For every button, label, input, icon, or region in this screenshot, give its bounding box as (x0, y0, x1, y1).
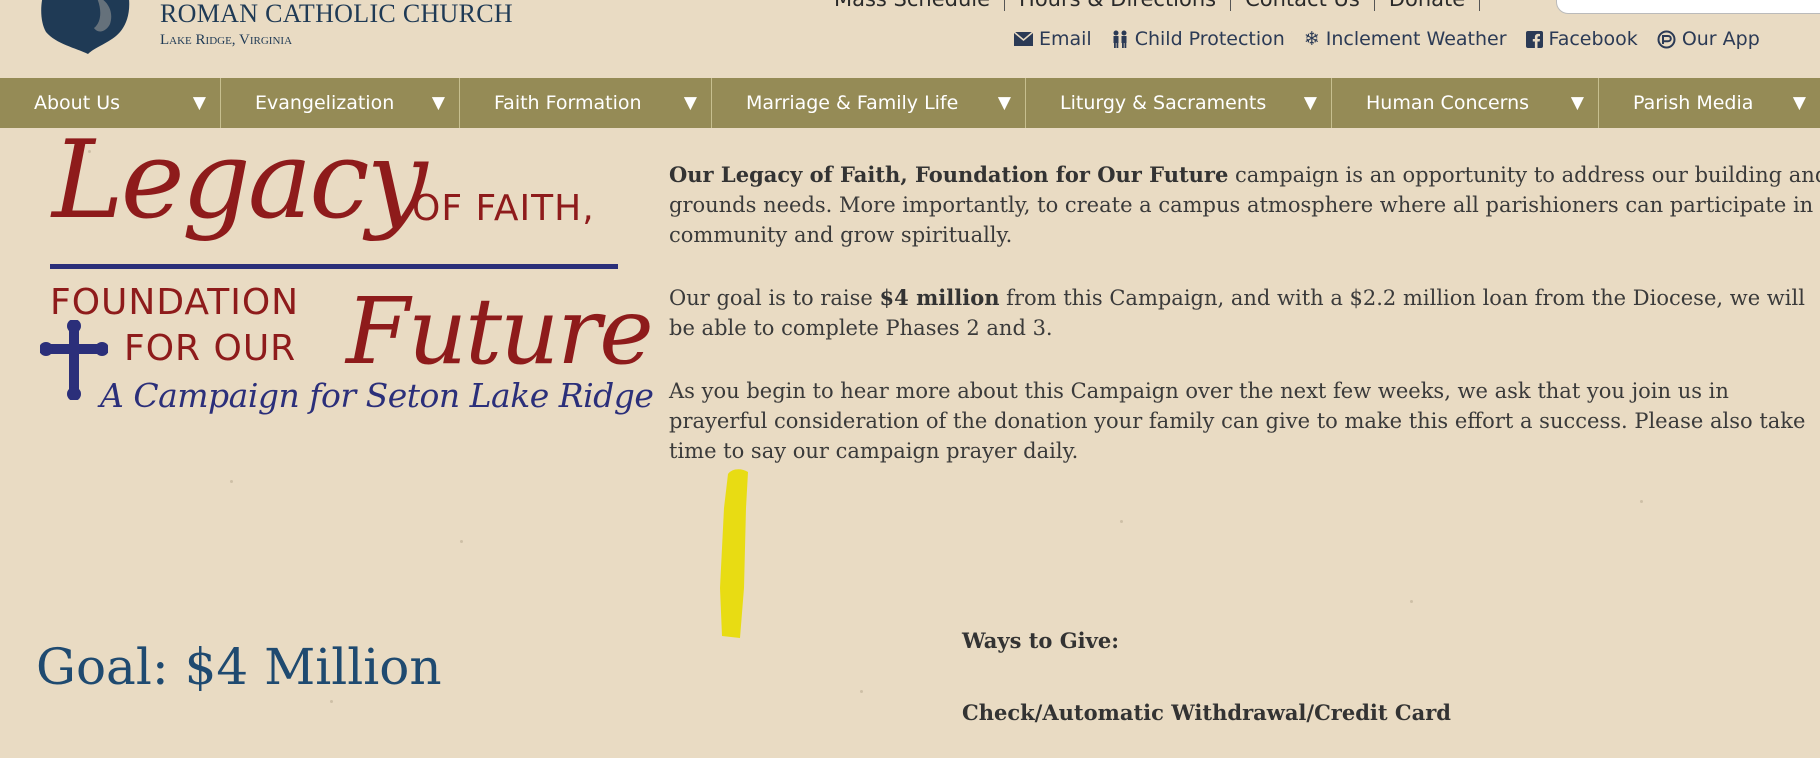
util-link-label: Inclement Weather (1325, 28, 1507, 50)
nav-item-label: Human Concerns (1366, 92, 1530, 114)
church-name[interactable]: ROMAN CATHOLIC CHURCH (160, 0, 513, 29)
util-link-our-app[interactable]: Our App (1657, 28, 1760, 50)
intro-paragraph: Our Legacy of Faith, Foundation for Our … (669, 160, 1820, 250)
nav-item-label: Marriage & Family Life (746, 92, 959, 114)
campaign-name-bold: Our Legacy of Faith, Foundation for Our … (669, 162, 1229, 187)
top-links: Mass Schedule Hours & Directions Contact… (820, 0, 1481, 12)
nav-item-label: Liturgy & Sacraments (1060, 92, 1267, 114)
caret-down-icon[interactable]: ▼ (193, 93, 206, 113)
background-speck (1120, 520, 1123, 523)
logo-for-our-text: FOR OUR (124, 328, 297, 369)
campaign-intro: Our Legacy of Faith, Foundation for Our … (669, 160, 1820, 499)
nav-item-parish-media[interactable]: Parish Media ▼ (1599, 78, 1820, 128)
logo-tagline: A Campaign for Seton Lake Ridge (100, 376, 654, 415)
util-link-facebook[interactable]: Facebook (1525, 28, 1638, 50)
caret-down-icon[interactable]: ▼ (998, 93, 1011, 113)
utility-links: Email Child Protection ❄ Inclement Weath… (1014, 28, 1779, 50)
util-link-email[interactable]: Email (1014, 28, 1092, 50)
highlighter-mark (720, 469, 748, 638)
check-methods-heading: Check/Automatic Withdrawal/Credit Card (962, 700, 1451, 725)
campaign-logo: Legacy OF FAITH, FOUNDATION FOR OUR Futu… (36, 118, 654, 422)
background-speck (1410, 600, 1413, 603)
background-speck (1640, 500, 1643, 503)
util-link-label: Email (1039, 28, 1092, 50)
goal-text-start: Our goal is to raise (669, 286, 880, 310)
top-link-contact-us[interactable]: Contact Us (1231, 0, 1375, 11)
util-link-label: Our App (1681, 28, 1760, 50)
logo-divider (50, 264, 618, 269)
nav-item-label: Faith Formation (494, 92, 642, 114)
background-speck (860, 690, 863, 693)
logo-legacy-text: Legacy (52, 118, 428, 243)
nav-item-label: Parish Media (1633, 92, 1754, 114)
top-link-hours-directions[interactable]: Hours & Directions (1005, 0, 1232, 11)
church-location: Lake Ridge, Virginia (160, 32, 293, 48)
prayer-paragraph: As you begin to hear more about this Cam… (669, 379, 1806, 463)
goal-amount-bold: $4 million (879, 285, 1000, 310)
nav-item-label: Evangelization (255, 92, 395, 114)
top-link-mass-schedule[interactable]: Mass Schedule (820, 0, 1006, 11)
caret-down-icon[interactable]: ▼ (684, 93, 697, 113)
goal-heading: Goal: $4 Million (36, 638, 442, 696)
logo-of-faith-text: OF FAITH, (412, 188, 595, 229)
nav-item-human-concerns[interactable]: Human Concerns ▼ (1332, 78, 1599, 128)
background-speck (330, 700, 333, 703)
logo-foundation-text: FOUNDATION (50, 282, 300, 323)
children-icon (1113, 30, 1127, 48)
caret-down-icon[interactable]: ▼ (1571, 93, 1584, 113)
cross-icon (40, 320, 108, 400)
caret-down-icon[interactable]: ▼ (1793, 93, 1806, 113)
nav-item-label: About Us (34, 92, 121, 114)
nav-item-liturgy-sacraments[interactable]: Liturgy & Sacraments ▼ (1026, 78, 1332, 128)
util-link-label: Child Protection (1134, 28, 1285, 50)
parish-logo-icon[interactable] (36, 0, 140, 54)
snowflake-icon: ❄ (1303, 28, 1320, 50)
util-link-child-protection[interactable]: Child Protection (1111, 28, 1285, 50)
background-speck (230, 480, 233, 483)
caret-down-icon[interactable]: ▼ (1304, 93, 1317, 113)
goal-paragraph: Our goal is to raise $4 million from thi… (669, 283, 1820, 343)
logo-future-text: Future (346, 278, 654, 385)
util-link-inclement-weather[interactable]: ❄ Inclement Weather (1304, 28, 1507, 50)
top-link-donate[interactable]: Donate (1375, 0, 1481, 11)
search-input[interactable] (1556, 0, 1820, 14)
site-header: ROMAN CATHOLIC CHURCH Lake Ridge, Virgin… (0, 0, 1820, 78)
ways-to-give-heading: Ways to Give: (962, 628, 1119, 653)
caret-down-icon[interactable]: ▼ (432, 93, 445, 113)
envelope-icon (1014, 32, 1033, 46)
background-speck (460, 540, 463, 543)
app-icon (1657, 30, 1676, 48)
facebook-icon (1525, 30, 1543, 48)
nav-item-faith-formation[interactable]: Faith Formation ▼ (460, 78, 712, 128)
util-link-label: Facebook (1548, 28, 1638, 50)
nav-item-marriage-family-life[interactable]: Marriage & Family Life ▼ (712, 78, 1026, 128)
